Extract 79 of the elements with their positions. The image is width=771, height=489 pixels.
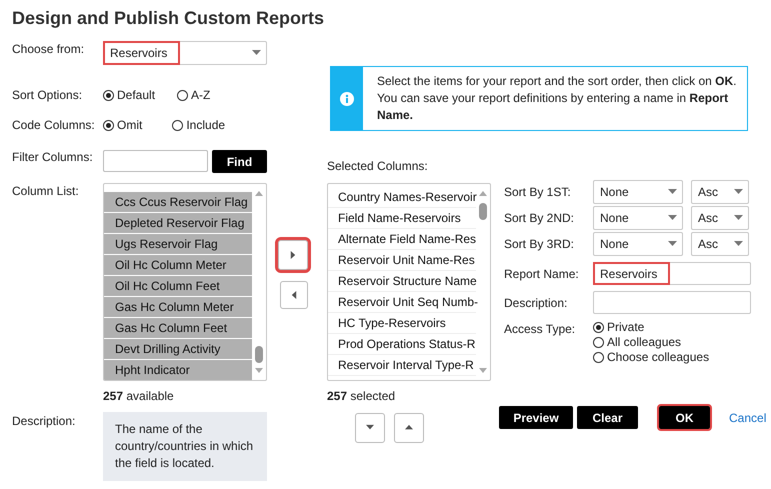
select-value: Asc	[697, 184, 720, 201]
move-up-button[interactable]	[394, 413, 424, 443]
caret-icon	[668, 240, 677, 248]
triangle-up-icon	[405, 424, 413, 432]
field-label: Sort By 1ST:	[504, 185, 572, 199]
action-button[interactable]: Preview	[499, 406, 573, 429]
info-text: Select the items for your report and the sort order, then click on OK. You can save your report definitions by entering a name in Report Name.	[376, 73, 738, 124]
field-label: Description:	[504, 296, 568, 310]
action-button[interactable]: OK	[659, 406, 710, 429]
action-button[interactable]: Clear	[577, 406, 638, 429]
select-value: Reservoirs	[104, 42, 180, 64]
move-right-button[interactable]	[278, 240, 308, 270]
radio-label: Choose colleagues	[607, 350, 710, 364]
radio-label: Private	[607, 320, 644, 334]
report-name-input[interactable]: Reservoirs	[593, 262, 751, 285]
field-label: Access Type:	[504, 322, 576, 336]
choose-from-select[interactable]: Reservoirs	[103, 41, 267, 65]
description-input[interactable]	[593, 291, 751, 314]
field-label: Filter Columns:	[12, 150, 93, 164]
field-label: Report Name:	[504, 266, 580, 280]
field-label: Column List:	[12, 184, 79, 198]
column-description: The name of the country/countries in which the field is located.	[103, 412, 267, 481]
select-value: None	[599, 210, 630, 227]
triangle-right-icon	[289, 251, 297, 259]
sort-field-select[interactable]: None	[593, 180, 683, 204]
radio-button[interactable]	[172, 120, 184, 130]
sort-order-select[interactable]: Asc	[691, 180, 749, 204]
select-value: None	[599, 184, 630, 201]
filter-input[interactable]	[103, 150, 208, 172]
field-label: Sort By 2ND:	[504, 211, 576, 225]
list-item[interactable]: Gas Hc Column Meter	[104, 297, 252, 318]
radio-label: All colleagues	[607, 335, 682, 349]
sort-field-select[interactable]: None	[593, 206, 683, 230]
field-label: Description:	[12, 414, 76, 428]
field-label: Choose from:	[12, 42, 84, 56]
sort-order-select[interactable]: Asc	[691, 206, 749, 230]
field-label: Sort Options:	[12, 88, 82, 102]
radio-button[interactable]	[177, 90, 188, 100]
caret-icon	[734, 188, 743, 196]
caret-icon	[668, 188, 677, 196]
caret-icon	[734, 214, 743, 222]
triangle-down-icon	[366, 424, 374, 432]
find-button[interactable]: Find	[212, 150, 267, 173]
select-value: Asc	[697, 210, 720, 227]
caret-icon	[252, 48, 261, 58]
list-item[interactable]: Depleted Reservoir Flag	[104, 213, 252, 234]
radio-label: A-Z	[191, 88, 210, 102]
radio-button[interactable]	[593, 336, 604, 348]
radio-label: Omit	[117, 118, 142, 132]
caret-icon	[668, 214, 677, 222]
list-item[interactable]: Oil Hc Column Feet	[104, 276, 252, 297]
radio-button[interactable]	[593, 322, 604, 332]
field-label: Sort By 3RD:	[504, 237, 576, 251]
selected-count: 257 selected	[327, 389, 396, 403]
list-item[interactable]: Oil Hc Column Meter	[104, 255, 252, 276]
list-item[interactable]: Ugs Reservoir Flag	[104, 234, 252, 255]
cancel-link[interactable]: Cancel	[729, 410, 766, 424]
page-title: Design and Publish Custom Reports	[12, 7, 324, 30]
sort-order-select[interactable]: Asc	[691, 232, 749, 256]
sort-field-select[interactable]: None	[593, 232, 683, 256]
radio-button[interactable]	[103, 120, 114, 130]
list-item[interactable]: Devt Drilling Activity	[104, 339, 252, 360]
select-value: Asc	[697, 236, 720, 253]
list-heading: Selected Columns:	[327, 159, 428, 173]
move-left-button[interactable]	[280, 281, 308, 309]
list-item[interactable]: Gas Hc Column Feet	[104, 318, 252, 339]
radio-button[interactable]	[593, 352, 604, 362]
info-icon	[340, 92, 354, 106]
triangle-left-icon	[290, 291, 298, 299]
available-count: 257 available	[103, 389, 174, 403]
field-label: Code Columns:	[12, 118, 95, 132]
radio-label: Include	[186, 118, 226, 132]
caret-icon	[734, 240, 743, 248]
radio-label: Default	[117, 88, 156, 102]
list-item[interactable]: Ccs Ccus Reservoir Flag	[104, 192, 252, 213]
list-item[interactable]: Hpht Indicator	[104, 360, 252, 380]
select-value: None	[599, 236, 630, 253]
input-value: Reservoirs	[594, 263, 670, 284]
radio-button[interactable]	[103, 90, 114, 100]
